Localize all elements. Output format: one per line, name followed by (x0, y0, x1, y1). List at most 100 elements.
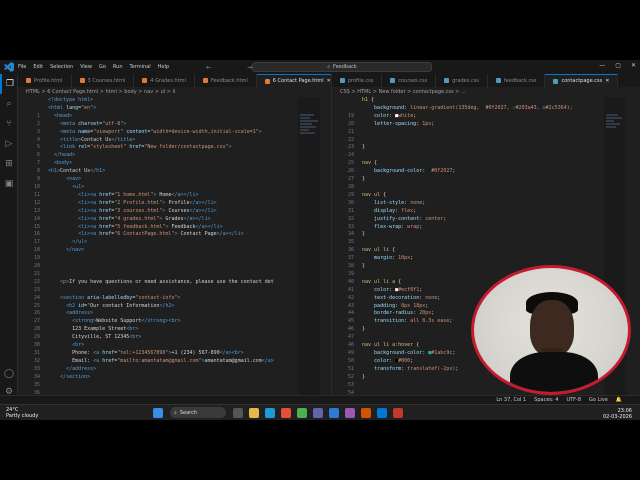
close-tab-icon[interactable]: ✕ (605, 78, 609, 84)
left-minimap[interactable] (298, 97, 320, 397)
tab-profile-html[interactable]: Profile.html (18, 74, 72, 87)
bell-icon[interactable]: 🔔 (616, 397, 622, 403)
line-number: 19 (33, 255, 40, 262)
weather-widget[interactable]: 24°C Partly cloudy (6, 407, 38, 419)
line-number: 21 (33, 270, 40, 277)
right-editor-tabs: profile.css courses.css grades.css feedb… (332, 74, 640, 87)
line-number: 4 (36, 136, 40, 143)
line-number: 48 (347, 342, 354, 349)
nav-back-icon[interactable]: ← (206, 64, 211, 71)
line-number: 46 (347, 326, 354, 333)
line-number: 27 (347, 176, 354, 183)
command-search-box[interactable]: ⌕ Feedback (252, 62, 432, 72)
cursor-position[interactable]: Ln 37, Col 1 (496, 397, 526, 403)
store-icon[interactable] (281, 407, 291, 418)
explorer-icon[interactable]: ❐ (0, 74, 18, 94)
line-number: 16 (33, 231, 40, 238)
close-button[interactable]: ✕ (631, 62, 636, 69)
css-file-icon (495, 78, 501, 83)
line-number: 25 (347, 160, 354, 167)
task-view-icon[interactable] (233, 407, 243, 418)
line-number: 10 (33, 183, 40, 190)
menu-terminal[interactable]: Terminal (130, 64, 151, 70)
html-code: <!doctype html> <html lang="en"> <head> … (48, 97, 274, 380)
line-number: 29 (347, 191, 354, 198)
menu-run[interactable]: Run (113, 64, 123, 70)
tab-grades-css[interactable]: grades.css (436, 74, 488, 87)
clock-date: 02-03-2026 (602, 414, 632, 420)
tab-courses-html[interactable]: 3 Courses.html (72, 74, 135, 87)
tab-profile-css[interactable]: profile.css (332, 74, 383, 87)
css-file-icon (390, 78, 396, 83)
line-number: 44 (347, 310, 354, 317)
teams-icon[interactable] (313, 407, 323, 418)
window-controls: — ▢ ✕ (599, 62, 636, 69)
edge-icon[interactable] (265, 407, 275, 418)
right-line-numbers: 19 20 21 22 23 24 25 26 27 28 29 30 31 32 33 34 35 36 37 38… (332, 113, 354, 404)
extensions-icon[interactable]: ⊞ (0, 154, 18, 174)
webcam-overlay (471, 265, 631, 395)
tab-contact-page-html[interactable]: 6 Contact Page.html ✕ (256, 74, 331, 87)
line-number: 35 (347, 239, 354, 246)
account-icon[interactable]: ◯ (0, 364, 18, 384)
vscode-taskbar-icon[interactable] (377, 407, 387, 418)
app-icon[interactable] (361, 407, 371, 418)
left-line-numbers: 1 2 3 4 5 6 7 8 9 10 11 12 13 14 15 16 17 18 19 20 21 22 23 24 2… (18, 113, 40, 404)
right-breadcrumb[interactable]: CSS > HTML > New folder > contactpage.cs… (332, 87, 640, 96)
go-live-button[interactable]: Go Live (589, 397, 608, 403)
app-icon[interactable] (345, 407, 355, 418)
taskbar-search[interactable]: ⌕ Search (170, 407, 226, 418)
tab-feedback-html[interactable]: Feedback.html (195, 74, 257, 87)
line-number: 42 (347, 294, 354, 301)
start-menu-icon[interactable] (153, 407, 163, 418)
system-clock[interactable]: 23:06 02-03-2026 (603, 408, 632, 420)
maximize-button[interactable]: ▢ (615, 62, 621, 69)
left-code-editor[interactable]: 1 2 3 4 5 6 7 8 9 10 11 12 13 14 15 16 17 18 19 20 21 22 23 24 2… (18, 97, 331, 404)
line-number: 43 (347, 302, 354, 309)
menu-go[interactable]: Go (99, 64, 106, 70)
html-file-icon (26, 78, 31, 83)
line-number: 2 (36, 120, 40, 127)
recorder-icon[interactable] (393, 407, 403, 418)
menu-edit[interactable]: Edit (33, 64, 43, 70)
line-number: 50 (347, 357, 354, 364)
line-number: 14 (33, 215, 40, 222)
line-number: 26 (33, 310, 40, 317)
html-file-icon (264, 78, 270, 84)
line-number: 33 (347, 223, 354, 230)
line-number: 37 (347, 255, 354, 262)
menu-file[interactable]: File (18, 64, 26, 70)
tab-grades-html[interactable]: 4 Grades.html (134, 74, 195, 87)
line-number: 9 (36, 176, 40, 183)
word-icon[interactable] (329, 407, 339, 418)
run-debug-icon[interactable]: ▷ (0, 134, 18, 154)
line-number: 32 (347, 215, 354, 222)
encoding-setting[interactable]: UTF-8 (566, 397, 581, 403)
html-file-icon (79, 78, 85, 83)
source-control-icon[interactable]: ⑂ (0, 114, 18, 134)
line-number: 15 (33, 223, 40, 230)
chrome-icon[interactable] (297, 407, 307, 418)
tab-contactpage-css[interactable]: contactpage.css ✕ (545, 74, 619, 87)
html-file-icon (142, 78, 148, 83)
file-explorer-icon[interactable] (249, 407, 259, 418)
left-breadcrumb[interactable]: HTML > 6 Contact Page.html > html > body… (18, 87, 331, 96)
line-number: 29 (33, 334, 40, 341)
line-number: 12 (33, 199, 40, 206)
search-icon: ⌕ (174, 409, 177, 416)
windows-taskbar: 24°C Partly cloudy ⌕ Search 23:06 02-03-2… (0, 404, 640, 420)
tab-feedback-css[interactable]: feedback.css (488, 74, 546, 87)
menu-view[interactable]: View (80, 64, 92, 70)
menu-help[interactable]: Help (158, 64, 169, 70)
line-number: 20 (33, 263, 40, 270)
vscode-logo-icon (4, 62, 14, 72)
line-number: 8 (36, 168, 40, 175)
remote-icon[interactable]: ▣ (0, 174, 18, 194)
html-file-icon (202, 78, 208, 83)
search-icon[interactable]: ⌕ (0, 94, 18, 114)
tab-courses-css[interactable]: courses.css (382, 74, 437, 87)
line-number: 24 (33, 294, 40, 301)
menu-selection[interactable]: Selection (50, 64, 73, 70)
indentation-setting[interactable]: Spaces: 4 (534, 397, 558, 403)
minimize-button[interactable]: — (599, 62, 605, 69)
